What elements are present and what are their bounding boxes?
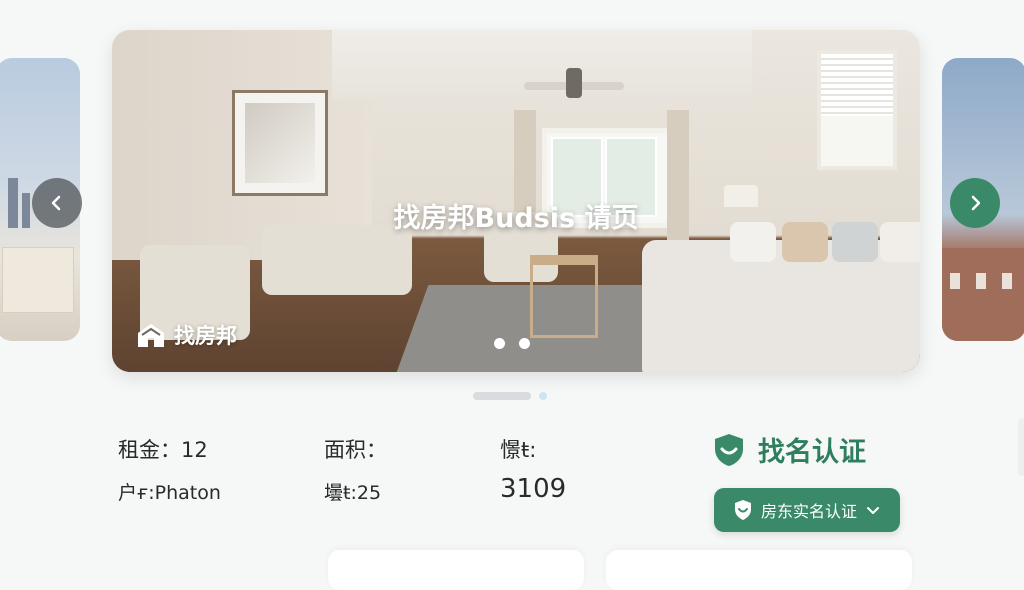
page-indicator-dot[interactable] — [539, 392, 547, 400]
house-logo-icon — [138, 324, 164, 347]
area-label: 面积： — [324, 438, 387, 462]
verification-header: 找名认证 — [712, 430, 866, 469]
layout-value: Phaton — [154, 482, 221, 504]
cabinet-shape — [2, 247, 74, 313]
landlord-verify-label: 房东实名认证 — [760, 502, 857, 521]
prev-slide-button[interactable] — [32, 178, 82, 228]
verification-title: 找名认证 — [758, 437, 866, 468]
shield-smile-icon — [715, 433, 743, 466]
carousel-current-slide[interactable]: 找房邦Budsis 请页 找房邦 — [112, 30, 920, 372]
building-shape — [22, 193, 30, 228]
room-window — [542, 128, 672, 228]
layout-label: 户ғ: — [118, 482, 155, 504]
floor-value: 25 — [356, 482, 382, 504]
rent-field: 租金：12 — [118, 434, 208, 464]
page-indicator — [473, 392, 547, 400]
slide-dot[interactable] — [519, 338, 530, 349]
sofa — [642, 222, 920, 372]
bottom-card[interactable] — [606, 550, 912, 590]
rent-value: 12 — [181, 438, 208, 462]
chevron-down-icon — [867, 507, 879, 514]
window-shape — [1002, 273, 1012, 289]
floor-label: 壜ŧ: — [324, 482, 357, 504]
chevron-left-icon — [51, 195, 61, 211]
brand-name: 找房邦 — [174, 324, 237, 348]
curtain — [667, 110, 689, 250]
wall-art — [232, 90, 328, 196]
lamp — [724, 185, 758, 207]
window-shape — [950, 273, 960, 289]
rent-label: 租金： — [118, 438, 181, 462]
armchair — [262, 225, 412, 295]
floor-field: 壜ŧ:25 — [324, 478, 381, 505]
slide-dots — [494, 338, 530, 349]
slide-dot[interactable] — [494, 338, 505, 349]
building-facade — [942, 248, 1024, 341]
ceiling-fan — [524, 68, 624, 98]
brand-logo: 找房邦 — [136, 320, 237, 350]
bottom-card[interactable] — [328, 550, 584, 590]
next-slide-button[interactable] — [950, 178, 1000, 228]
extra-field-value: 3109 — [500, 474, 567, 504]
building-shape — [8, 178, 18, 228]
side-window — [817, 50, 897, 170]
chevron-right-icon — [971, 195, 981, 211]
coffee-table — [530, 255, 598, 338]
edge-handle — [1018, 418, 1024, 476]
window-shape — [976, 273, 986, 289]
landlord-verify-button[interactable]: 房东实名认证 — [714, 488, 900, 532]
layout-field: 户ғ:Phaton — [118, 478, 221, 505]
shield-icon — [734, 500, 751, 520]
page-indicator-active — [473, 392, 531, 400]
area-field: 面积： — [324, 434, 387, 464]
extra-field-label: 憬ŧ: — [500, 438, 537, 462]
